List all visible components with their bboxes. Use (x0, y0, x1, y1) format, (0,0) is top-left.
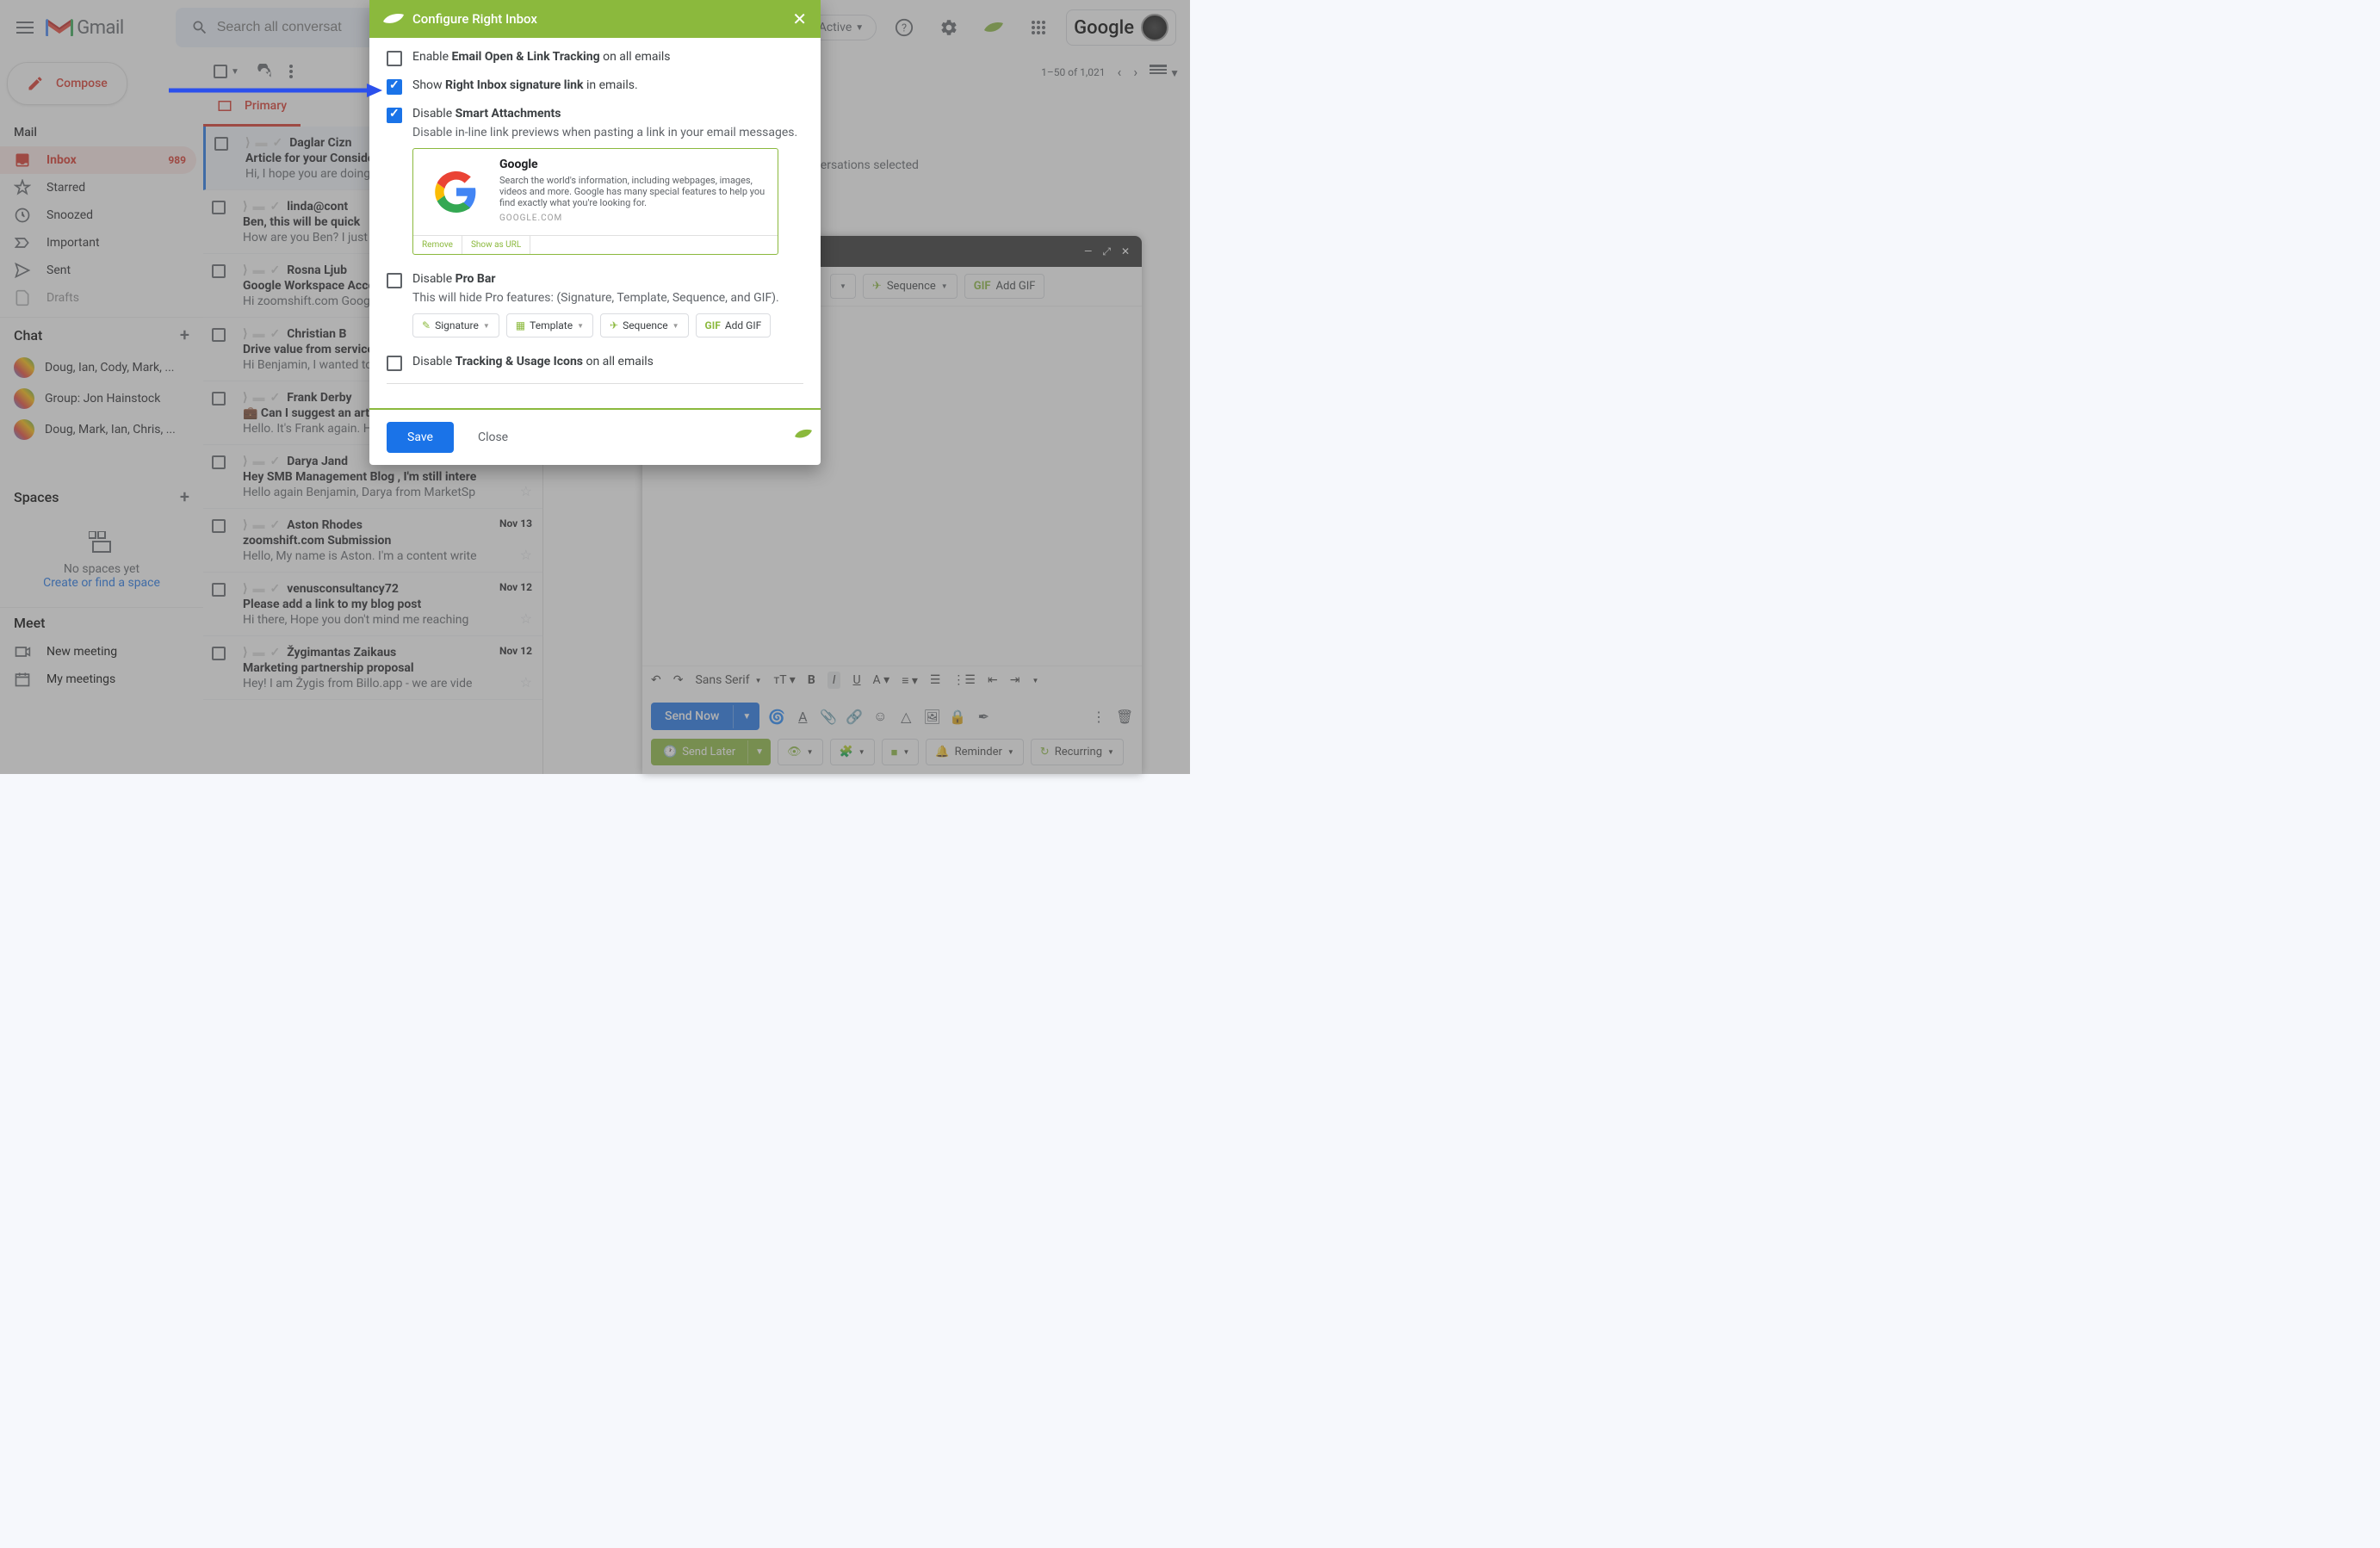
preview-domain: GOOGLE.COM (499, 214, 769, 223)
preview-title: Google (499, 158, 769, 171)
preview-remove-button[interactable]: Remove (413, 236, 462, 254)
modal-footer: Save Close (369, 408, 821, 465)
checkbox[interactable] (387, 356, 402, 371)
modal-close-icon[interactable]: ✕ (792, 9, 807, 29)
rightinbox-leaf-icon (383, 13, 404, 25)
link-preview-card: Google Search the world's information, i… (412, 148, 778, 255)
modal-title: Configure Right Inbox (412, 11, 537, 27)
preview-desc: Search the world's information, includin… (499, 175, 769, 208)
option-desc: This will hide Pro features: (Signature,… (412, 291, 803, 305)
leaf-icon (795, 429, 812, 439)
google-logo-icon (422, 158, 491, 226)
modal-body: Enable Email Open & Link Tracking on all… (369, 38, 821, 408)
pro-template-button: ▦Template▼ (506, 313, 593, 337)
option-tracking-icons[interactable]: Disable Tracking & Usage Icons on all em… (387, 355, 803, 384)
pro-signature-button: ✎Signature▼ (412, 313, 499, 337)
checkbox[interactable] (387, 51, 402, 66)
save-button[interactable]: Save (387, 422, 454, 453)
close-button[interactable]: Close (468, 422, 518, 453)
checkbox[interactable] (387, 108, 402, 123)
preview-showurl-button[interactable]: Show as URL (462, 236, 530, 254)
checkbox[interactable] (387, 79, 402, 95)
option-desc: Disable in-line link previews when pasti… (412, 126, 803, 139)
checkbox[interactable] (387, 273, 402, 288)
pro-gif-button: GIFAdd GIF (696, 313, 772, 337)
configure-modal: Configure Right Inbox ✕ Enable Email Ope… (369, 0, 821, 465)
option-pro-bar[interactable]: Disable Pro Bar This will hide Pro featu… (387, 272, 803, 337)
option-tracking[interactable]: Enable Email Open & Link Tracking on all… (387, 50, 803, 66)
pro-buttons-preview: ✎Signature▼ ▦Template▼ ✈Sequence▼ GIFAdd… (412, 313, 803, 337)
annotation-arrow (169, 82, 384, 99)
option-smart-attachments[interactable]: Disable Smart Attachments Disable in-lin… (387, 107, 803, 255)
option-signature-link[interactable]: Show Right Inbox signature link in email… (387, 78, 803, 95)
pro-sequence-button: ✈Sequence▼ (600, 313, 689, 337)
modal-header: Configure Right Inbox ✕ (369, 0, 821, 38)
